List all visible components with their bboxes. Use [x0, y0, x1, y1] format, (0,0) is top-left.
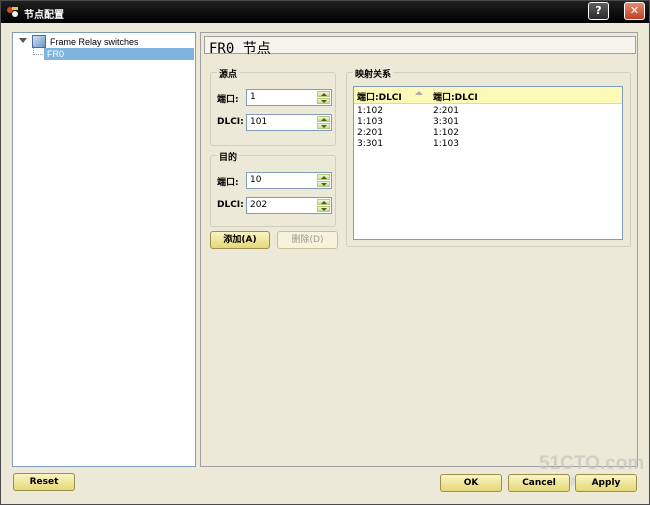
spin-buttons [317, 116, 330, 129]
cell-source: 3:301 [357, 139, 383, 149]
spin-up-icon[interactable] [317, 174, 330, 180]
node-detail-panel: FR0 节点 源点 端口: 1 DLCI: 101 目的 端口: 10 DLCI… [200, 32, 638, 467]
table-row[interactable]: 1:102 2:201 [354, 106, 622, 117]
source-dlci-label: DLCI: [217, 117, 244, 127]
spin-up-icon[interactable] [317, 116, 330, 122]
node-config-window: 节点配置 ? ✕ Frame Relay switches FR0 FR0 节点… [0, 0, 650, 505]
help-button[interactable]: ? [588, 2, 609, 20]
apply-button[interactable]: Apply [575, 474, 637, 492]
tree-item-label: FR0 [47, 49, 65, 59]
spin-up-icon[interactable] [317, 199, 330, 205]
mapping-list[interactable]: 端口:DLCI 端口:DLCI 1:102 2:201 1:103 3:301 … [353, 86, 623, 240]
title-bar[interactable]: 节点配置 ? ✕ [1, 1, 649, 23]
mapping-group: 映射关系 端口:DLCI 端口:DLCI 1:102 2:201 1:103 3… [346, 67, 631, 247]
target-group-label: 目的 [217, 150, 240, 163]
target-port-label: 端口: [217, 178, 239, 188]
cell-source: 2:201 [357, 128, 383, 138]
table-row[interactable]: 3:301 1:103 [354, 139, 622, 150]
source-dlci-stepper[interactable]: 101 [246, 114, 332, 131]
node-title: FR0 节点 [209, 41, 271, 57]
tree-connector [33, 46, 43, 55]
delete-button[interactable]: 删除(D) [277, 231, 338, 249]
source-group-label: 源点 [217, 67, 240, 80]
mapping-group-label: 映射关系 [353, 67, 394, 80]
spin-buttons [317, 91, 330, 104]
target-port-stepper[interactable]: 10 [246, 172, 332, 189]
target-dlci-label: DLCI: [217, 200, 244, 210]
source-dlci-value[interactable]: 101 [250, 117, 267, 127]
cell-source: 1:102 [357, 106, 383, 116]
cell-target: 1:103 [433, 139, 459, 149]
column-header-target[interactable]: 端口:DLCI [433, 90, 478, 103]
collapse-icon[interactable] [19, 38, 27, 43]
sort-ascending-icon [415, 91, 423, 95]
tree-item-fr0[interactable]: FR0 [44, 48, 194, 60]
spin-down-icon[interactable] [317, 181, 330, 187]
spin-buttons [317, 174, 330, 187]
node-title-bar: FR0 节点 [204, 36, 636, 57]
table-row[interactable]: 2:201 1:102 [354, 128, 622, 139]
spin-down-icon[interactable] [317, 123, 330, 129]
tree-item-label: Frame Relay switches [50, 37, 139, 47]
cell-target: 1:102 [433, 128, 459, 138]
watermark-logo: 51CTO.com [539, 453, 645, 474]
target-port-value[interactable]: 10 [250, 175, 261, 185]
source-port-label: 端口: [217, 95, 239, 105]
reset-button[interactable]: Reset [13, 473, 75, 491]
close-button[interactable]: ✕ [624, 2, 645, 20]
app-icon [7, 7, 18, 17]
ok-button[interactable]: OK [440, 474, 502, 492]
add-button[interactable]: 添加(A) [210, 231, 270, 249]
spin-up-icon[interactable] [317, 91, 330, 97]
target-dlci-stepper[interactable]: 202 [246, 197, 332, 214]
table-row[interactable]: 1:103 3:301 [354, 117, 622, 128]
source-group: 源点 端口: 1 DLCI: 101 [210, 67, 336, 146]
tree-panel: Frame Relay switches FR0 [12, 32, 196, 467]
cancel-button[interactable]: Cancel [508, 474, 570, 492]
window-title: 节点配置 [24, 10, 64, 21]
spin-down-icon[interactable] [317, 98, 330, 104]
target-dlci-value[interactable]: 202 [250, 200, 267, 210]
cell-target: 3:301 [433, 117, 459, 127]
cell-target: 2:201 [433, 106, 459, 116]
source-port-stepper[interactable]: 1 [246, 89, 332, 106]
spin-buttons [317, 199, 330, 212]
source-port-value[interactable]: 1 [250, 92, 256, 102]
mapping-list-header: 端口:DLCI 端口:DLCI [354, 87, 622, 104]
spin-down-icon[interactable] [317, 206, 330, 212]
target-group: 目的 端口: 10 DLCI: 202 [210, 150, 336, 227]
cell-source: 1:103 [357, 117, 383, 127]
column-header-source[interactable]: 端口:DLCI [357, 90, 402, 103]
